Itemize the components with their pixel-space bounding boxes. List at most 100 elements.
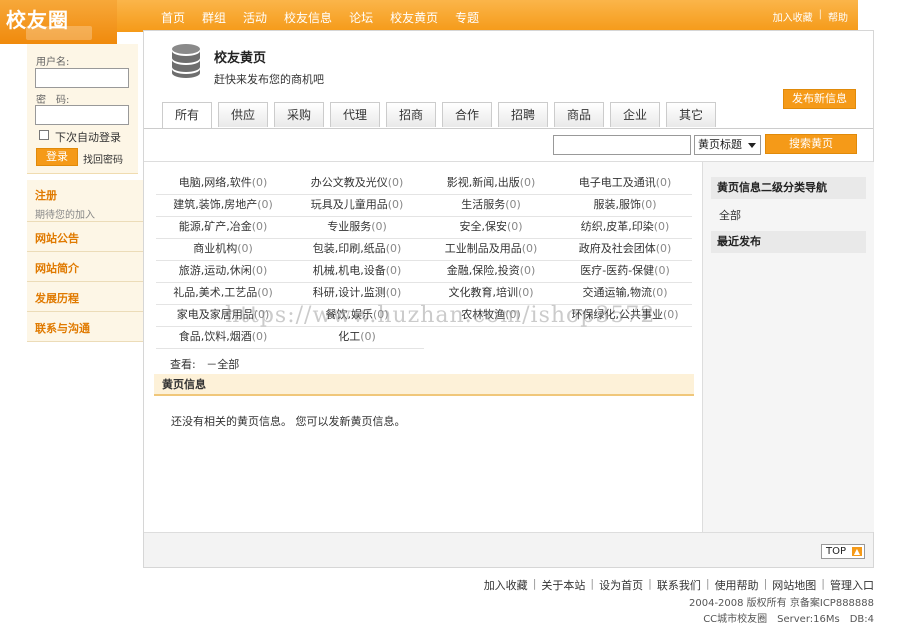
tab-item[interactable]: 商品 <box>554 102 604 127</box>
username-input[interactable] <box>35 68 129 88</box>
password-input[interactable] <box>35 105 129 125</box>
logo[interactable]: 校友圈 <box>0 0 117 44</box>
footer-link[interactable]: 关于本站 <box>541 577 585 593</box>
category-item[interactable]: 玩具及儿童用品(0) <box>290 195 424 217</box>
category-item[interactable]: 科研,设计,监测(0) <box>290 283 424 305</box>
tab-item[interactable]: 合作 <box>442 102 492 127</box>
back-to-top-button[interactable]: TOP ▲ <box>821 544 865 559</box>
footer-link[interactable]: 使用帮助 <box>715 577 759 593</box>
main-panel: 校友黄页 赶快来发布您的商机吧 发布新信息 所有供应采购代理招商合作招聘商品企业… <box>143 30 874 568</box>
category-item[interactable]: 金融,保险,投资(0) <box>424 261 558 283</box>
sidebar-item-contact[interactable]: 联系与沟通 <box>27 312 143 342</box>
info-section-header: 黄页信息 <box>154 374 694 396</box>
category-item[interactable]: 包装,印刷,纸品(0) <box>290 239 424 261</box>
category-item[interactable]: 办公文教及光仪(0) <box>290 173 424 195</box>
category-name: 能源,矿产,冶金 <box>179 220 252 233</box>
category-item[interactable]: 专业服务(0) <box>290 217 424 239</box>
category-count: (0) <box>386 286 402 299</box>
search-button[interactable]: 搜索黄页 <box>765 134 857 154</box>
category-name: 商业机构 <box>193 242 237 255</box>
category-item[interactable]: 文化教育,培训(0) <box>424 283 558 305</box>
footer-link[interactable]: 设为首页 <box>599 577 643 593</box>
footer-link[interactable]: 管理入口 <box>830 577 874 593</box>
nav-item[interactable]: 群组 <box>202 9 226 26</box>
nav-item[interactable]: 论坛 <box>349 9 373 26</box>
search-input[interactable] <box>553 135 691 155</box>
view-all-link[interactable]: －全部 <box>206 358 239 371</box>
help-link[interactable]: 帮助 <box>828 9 848 24</box>
remember-checkbox[interactable] <box>39 130 49 140</box>
subcategory-nav-title: 黄页信息二级分类导航 <box>711 177 866 199</box>
category-item[interactable]: 电脑,网络,软件(0) <box>156 173 290 195</box>
nav-item[interactable]: 专题 <box>455 9 479 26</box>
tabs-divider <box>144 128 873 129</box>
add-favorite-link[interactable]: 加入收藏 <box>773 9 813 24</box>
category-item[interactable]: 政府及社会团体(0) <box>558 239 692 261</box>
tab-item[interactable]: 供应 <box>218 102 268 127</box>
password-label: 密 码: <box>36 91 69 106</box>
publish-button[interactable]: 发布新信息 <box>783 89 856 109</box>
category-count: (0) <box>257 286 273 299</box>
category-item[interactable]: 化工(0) <box>290 327 424 349</box>
separator: | <box>648 577 652 593</box>
category-item[interactable]: 餐饮,娱乐(0) <box>290 305 424 327</box>
category-item[interactable]: 交通运输,物流(0) <box>558 283 692 305</box>
category-item[interactable]: 医疗-医药-保健(0) <box>558 261 692 283</box>
category-item[interactable]: 家电及家居用品(0) <box>156 305 290 327</box>
category-item[interactable]: 食品,饮料,烟酒(0) <box>156 327 290 349</box>
nav-item[interactable]: 首页 <box>161 9 185 26</box>
category-item[interactable]: 纺织,皮革,印染(0) <box>558 217 692 239</box>
tab-item[interactable]: 采购 <box>274 102 324 127</box>
category-item[interactable]: 农林牧渔(0) <box>424 305 558 327</box>
category-item[interactable]: 安全,保安(0) <box>424 217 558 239</box>
category-item[interactable]: 电子电工及通讯(0) <box>558 173 692 195</box>
category-item[interactable]: 环保绿化,公共事业(0) <box>558 305 692 327</box>
category-item[interactable]: 商业机构(0) <box>156 239 290 261</box>
sidebar-item-intro[interactable]: 网站简介 <box>27 252 143 282</box>
category-name: 机械,机电,设备 <box>313 264 386 277</box>
search-type-select[interactable]: 黄页标题 <box>694 135 761 155</box>
category-item[interactable]: 礼品,美术,工艺品(0) <box>156 283 290 305</box>
subcategory-all-link[interactable]: 全部 <box>719 207 874 223</box>
category-item[interactable]: 机械,机电,设备(0) <box>290 261 424 283</box>
tab-item[interactable]: 代理 <box>330 102 380 127</box>
tab-item[interactable]: 企业 <box>610 102 660 127</box>
footer-link[interactable]: 网站地图 <box>772 577 816 593</box>
footer-link[interactable]: 加入收藏 <box>484 577 528 593</box>
chevron-down-icon <box>748 143 756 148</box>
separator: | <box>706 577 710 593</box>
category-name: 工业制品及用品 <box>445 242 522 255</box>
category-count: (0) <box>652 286 668 299</box>
page-subtitle: 赶快来发布您的商机吧 <box>214 71 324 87</box>
nav-item[interactable]: 校友黄页 <box>390 9 438 26</box>
database-icon <box>170 43 202 79</box>
category-item[interactable]: 生活服务(0) <box>424 195 558 217</box>
category-count: (0) <box>641 198 657 211</box>
sidebar-item-announcement[interactable]: 网站公告 <box>27 222 143 252</box>
category-name: 建筑,装饰,房地产 <box>173 198 257 211</box>
category-name: 政府及社会团体 <box>579 242 656 255</box>
category-name: 玩具及儿童用品 <box>311 198 388 211</box>
category-item[interactable]: 建筑,装饰,房地产(0) <box>156 195 290 217</box>
category-name: 科研,设计,监测 <box>313 286 386 299</box>
category-item[interactable]: 影视,新闻,出版(0) <box>424 173 558 195</box>
tab-item[interactable]: 所有 <box>162 102 212 129</box>
category-item[interactable]: 工业制品及用品(0) <box>424 239 558 261</box>
nav-item[interactable]: 校友信息 <box>284 9 332 26</box>
login-button[interactable]: 登录 <box>36 148 78 166</box>
sidebar-item-history[interactable]: 发展历程 <box>27 282 143 312</box>
footer-meta: CC城市校友圈 Server:16Ms DB:4 <box>703 610 874 625</box>
forgot-password-link[interactable]: 找回密码 <box>83 151 123 166</box>
nav-item[interactable]: 活动 <box>243 9 267 26</box>
sidebar-item-register[interactable]: 注册 期待您的加入 <box>27 180 143 222</box>
tab-item[interactable]: 招聘 <box>498 102 548 127</box>
category-item[interactable]: 能源,矿产,冶金(0) <box>156 217 290 239</box>
tab-item[interactable]: 其它 <box>666 102 716 127</box>
category-item[interactable]: 旅游,运动,休闲(0) <box>156 261 290 283</box>
top-links: 加入收藏 | 帮助 <box>773 9 848 24</box>
sidebar-item-label: 发展历程 <box>35 292 79 305</box>
footer-link[interactable]: 联系我们 <box>657 577 701 593</box>
register-subtitle: 期待您的加入 <box>35 206 143 221</box>
category-item[interactable]: 服装,服饰(0) <box>558 195 692 217</box>
tab-item[interactable]: 招商 <box>386 102 436 127</box>
